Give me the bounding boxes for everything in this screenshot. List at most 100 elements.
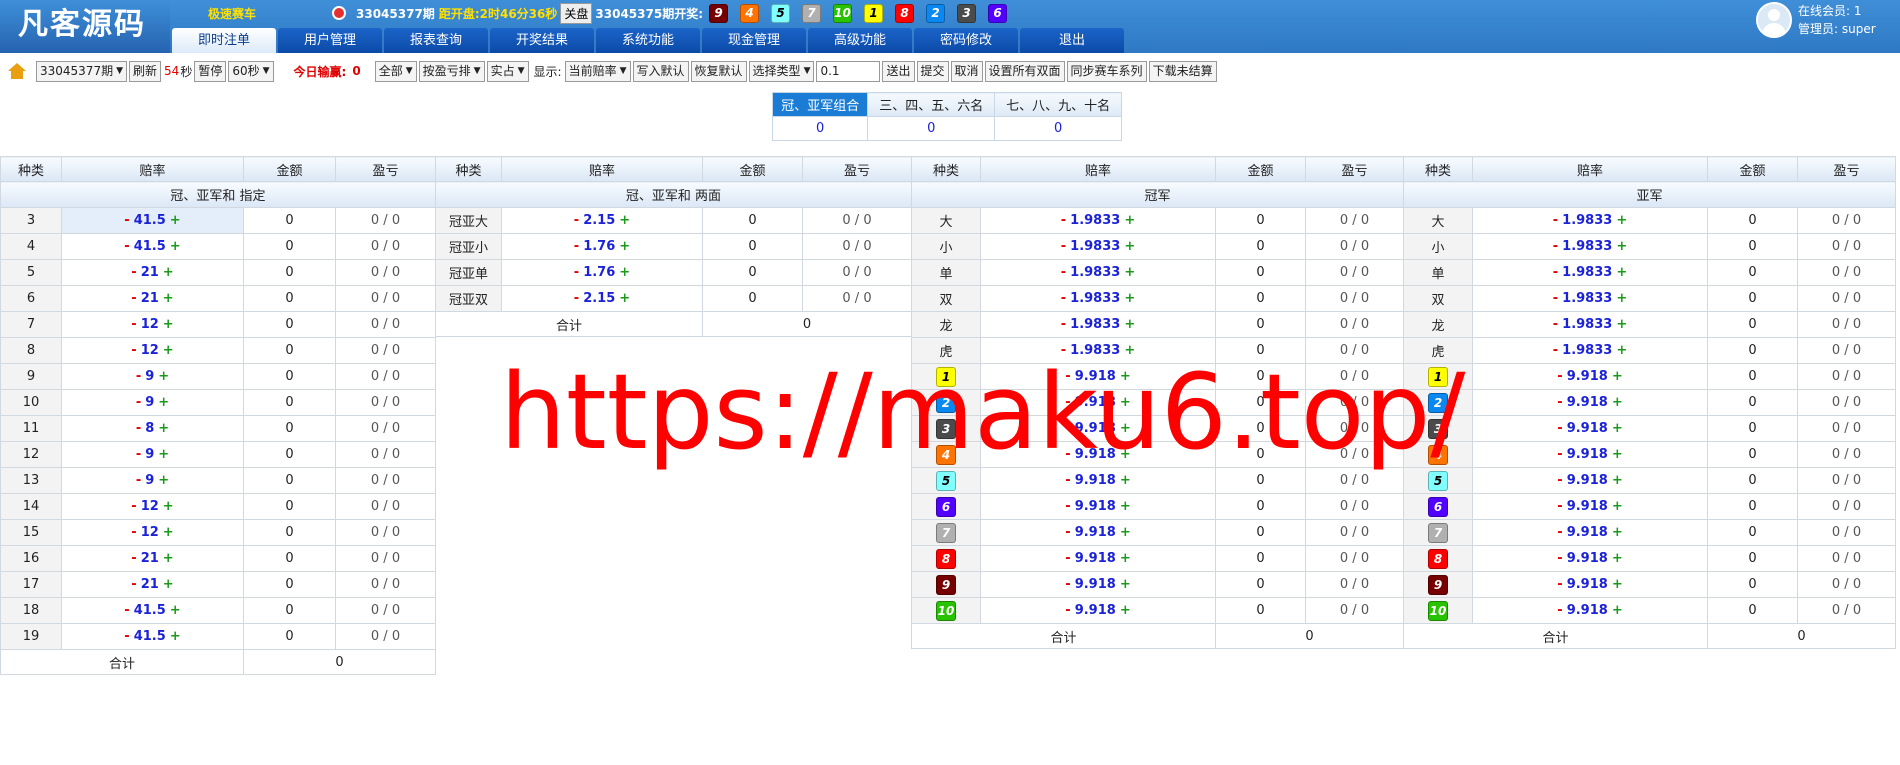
odds-value[interactable]: 2.15 (583, 213, 615, 228)
odds-value[interactable]: 1.9833 (1562, 317, 1612, 332)
increase-odds-button[interactable]: + (1616, 291, 1627, 306)
increase-odds-button[interactable]: + (1616, 343, 1627, 358)
decrease-odds-button[interactable]: - (1557, 525, 1562, 540)
odds-value[interactable]: 1.9833 (1562, 343, 1612, 358)
odds-value[interactable]: 1.9833 (1562, 213, 1612, 228)
odds-value[interactable]: 1.9833 (1070, 265, 1120, 280)
decrease-odds-button[interactable]: - (1061, 317, 1066, 332)
increase-odds-button[interactable]: + (1612, 395, 1623, 410)
odds-value[interactable]: 9.918 (1075, 421, 1116, 436)
decrease-odds-button[interactable]: - (131, 291, 136, 306)
decrease-odds-button[interactable]: - (124, 629, 129, 644)
decrease-odds-button[interactable]: - (136, 447, 141, 462)
sync-series-button[interactable]: 同步赛车系列 (1066, 60, 1147, 82)
odds-value[interactable]: 1.76 (583, 239, 615, 254)
odds-value[interactable]: 9.918 (1567, 473, 1608, 488)
odds-value[interactable]: 21 (141, 265, 159, 280)
write-default-button[interactable]: 写入默认 (632, 60, 689, 82)
decrease-odds-button[interactable]: - (124, 603, 129, 618)
increase-odds-button[interactable]: + (163, 499, 174, 514)
odds-value[interactable]: 9.918 (1567, 603, 1608, 618)
home-icon[interactable] (8, 63, 26, 79)
decrease-odds-button[interactable]: - (574, 213, 579, 228)
decrease-odds-button[interactable]: - (1557, 603, 1562, 618)
increase-odds-button[interactable]: + (158, 395, 169, 410)
odds-value[interactable]: 8 (145, 421, 154, 436)
increase-odds-button[interactable]: + (1120, 577, 1131, 592)
tab-advanced-functions[interactable]: 高级功能 (808, 28, 912, 53)
decrease-odds-button[interactable]: - (1557, 395, 1562, 410)
odds-value[interactable]: 9.918 (1567, 369, 1608, 384)
decrease-odds-button[interactable]: - (1061, 239, 1066, 254)
interval-select[interactable]: 60秒 ▼ (228, 60, 274, 82)
odds-value[interactable]: 12 (141, 317, 159, 332)
decrease-odds-button[interactable]: - (1553, 317, 1558, 332)
tab-user-management[interactable]: 用户管理 (278, 28, 382, 53)
odds-value[interactable]: 9 (145, 473, 154, 488)
odds-value[interactable]: 9.918 (1567, 499, 1608, 514)
cancel-button[interactable]: 取消 (950, 60, 983, 82)
decrease-odds-button[interactable]: - (131, 551, 136, 566)
odds-value[interactable]: 9.918 (1075, 577, 1116, 592)
odds-value[interactable]: 9 (145, 447, 154, 462)
increase-odds-button[interactable]: + (163, 265, 174, 280)
decrease-odds-button[interactable]: - (124, 213, 129, 228)
odds-value[interactable]: 9.918 (1567, 525, 1608, 540)
decrease-odds-button[interactable]: - (124, 239, 129, 254)
increase-odds-button[interactable]: + (619, 265, 630, 280)
odds-value[interactable]: 9.918 (1075, 369, 1116, 384)
decrease-odds-button[interactable]: - (1065, 421, 1070, 436)
odds-value[interactable]: 41.5 (134, 603, 166, 618)
increase-odds-button[interactable]: + (1616, 317, 1627, 332)
decrease-odds-button[interactable]: - (1065, 473, 1070, 488)
odds-value[interactable]: 21 (141, 577, 159, 592)
odds-value[interactable]: 9.918 (1567, 395, 1608, 410)
summary-tab-3-6[interactable]: 三、四、五、六名 (867, 92, 996, 117)
odds-value[interactable]: 9.918 (1075, 551, 1116, 566)
download-unsettled-button[interactable]: 下载未结算 (1148, 60, 1217, 82)
increase-odds-button[interactable]: + (1612, 551, 1623, 566)
increase-odds-button[interactable]: + (170, 603, 181, 618)
decrease-odds-button[interactable]: - (131, 577, 136, 592)
decrease-odds-button[interactable]: - (574, 265, 579, 280)
decrease-odds-button[interactable]: - (1557, 499, 1562, 514)
odds-value[interactable]: 41.5 (134, 213, 166, 228)
tab-report-query[interactable]: 报表查询 (384, 28, 488, 53)
decrease-odds-button[interactable]: - (1553, 213, 1558, 228)
decrease-odds-button[interactable]: - (1553, 265, 1558, 280)
decrease-odds-button[interactable]: - (1065, 395, 1070, 410)
decrease-odds-button[interactable]: - (1065, 577, 1070, 592)
increase-odds-button[interactable]: + (1612, 603, 1623, 618)
odds-value[interactable]: 1.9833 (1070, 239, 1120, 254)
decrease-odds-button[interactable]: - (1553, 239, 1558, 254)
send-button[interactable]: 送出 (882, 60, 915, 82)
decrease-odds-button[interactable]: - (1065, 603, 1070, 618)
increase-odds-button[interactable]: + (170, 629, 181, 644)
odds-value[interactable]: 1.76 (583, 265, 615, 280)
increase-odds-button[interactable]: + (158, 473, 169, 488)
restore-default-button[interactable]: 恢复默认 (690, 60, 747, 82)
refresh-button[interactable]: 刷新 (129, 60, 162, 82)
odds-value[interactable]: 1.9833 (1070, 213, 1120, 228)
odds-value[interactable]: 9.918 (1075, 447, 1116, 462)
pause-button[interactable]: 暂停 (194, 60, 227, 82)
mode-select[interactable]: 实占 ▼ (486, 60, 529, 82)
odds-value[interactable]: 9 (145, 395, 154, 410)
game-name[interactable]: 极速赛车 (172, 5, 292, 22)
increase-odds-button[interactable]: + (163, 525, 174, 540)
increase-odds-button[interactable]: + (170, 213, 181, 228)
increase-odds-button[interactable]: + (1612, 447, 1623, 462)
increase-odds-button[interactable]: + (619, 239, 630, 254)
odds-value[interactable]: 1.9833 (1070, 291, 1120, 306)
decrease-odds-button[interactable]: - (1553, 343, 1558, 358)
odds-value[interactable]: 2.15 (583, 291, 615, 306)
odds-value[interactable]: 12 (141, 499, 159, 514)
increase-odds-button[interactable]: + (1120, 447, 1131, 462)
decrease-odds-button[interactable]: - (1065, 525, 1070, 540)
increase-odds-button[interactable]: + (163, 317, 174, 332)
increase-odds-button[interactable]: + (619, 291, 630, 306)
odds-value[interactable]: 9.918 (1567, 577, 1608, 592)
decrease-odds-button[interactable]: - (574, 291, 579, 306)
increase-odds-button[interactable]: + (163, 343, 174, 358)
decrease-odds-button[interactable]: - (131, 265, 136, 280)
